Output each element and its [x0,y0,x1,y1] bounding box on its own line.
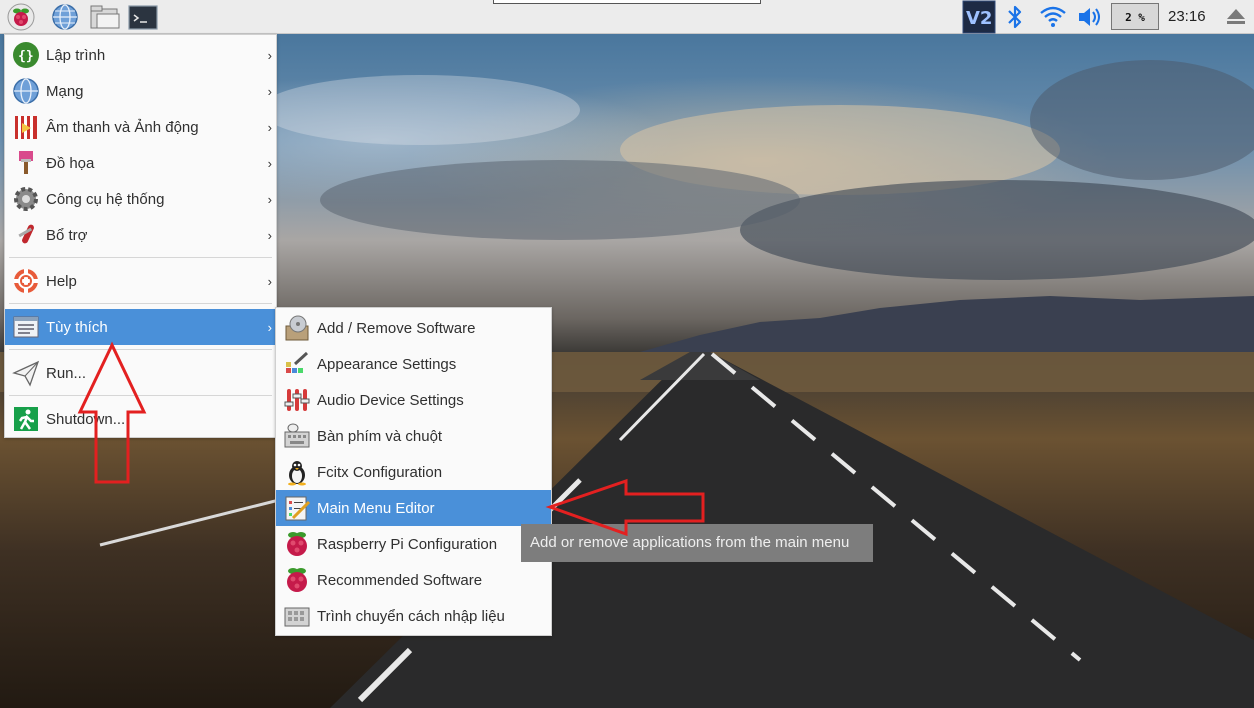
main-menu-editor-icon [282,493,312,523]
input-method-switcher-icon [282,601,312,631]
menu-item-programming[interactable]: {} Lập trình › [5,37,276,73]
wifi-icon[interactable] [1038,0,1068,34]
menu-item-label: Help [46,272,77,290]
submenu-arrow-icon: › [267,273,272,289]
menu-separator [9,303,272,304]
menu-item-label: Lập trình [46,46,106,64]
submenu-item-raspberry-pi-configuration[interactable]: Raspberry Pi Configuration [276,526,551,562]
taskbar-window-area [493,0,761,4]
menu-item-run[interactable]: Run... [5,355,276,391]
svg-text:{}: {} [18,49,34,64]
menu-item-graphics[interactable]: Đồ họa › [5,145,276,181]
preferences-icon [11,312,41,342]
menu-item-preferences[interactable]: Tùy thích › [5,309,276,345]
menu-item-help[interactable]: Help › [5,263,276,299]
menu-item-label: Bổ trợ [46,226,88,244]
internet-icon [11,76,41,106]
tooltip: Add or remove applications from the main… [521,524,873,562]
menu-item-label: Shutdown... [46,410,126,428]
submenu-item-keyboard-mouse[interactable]: Bàn phím và chuột [276,418,551,454]
menu-item-label: Âm thanh và Ảnh động [46,118,199,136]
submenu-item-appearance-settings[interactable]: Appearance Settings [276,346,551,382]
submenu-item-recommended-software[interactable]: Recommended Software [276,562,551,598]
raspberry-pi-config-icon [282,529,312,559]
main-menu: {} Lập trình › Mạng › Âm thanh và Ảnh độ… [4,34,277,438]
submenu-item-label: Main Menu Editor [317,499,435,517]
run-icon [11,358,41,388]
shutdown-icon [11,404,41,434]
eject-icon[interactable] [1224,0,1248,34]
submenu-arrow-icon: › [267,319,272,335]
keyboard-mouse-icon [282,421,312,451]
submenu-item-audio-device-settings[interactable]: Audio Device Settings [276,382,551,418]
appearance-settings-icon [282,349,312,379]
menu-separator [9,349,272,350]
submenu-item-label: Recommended Software [317,571,483,589]
submenu-arrow-icon: › [267,155,272,171]
submenu-item-main-menu-editor[interactable]: Main Menu Editor [276,490,551,526]
top-panel: V2 2 % 23:16 [0,0,1254,34]
menu-separator [9,395,272,396]
submenu-item-label: Fcitx Configuration [317,463,443,481]
submenu-arrow-icon: › [267,119,272,135]
audio-device-settings-icon [282,385,312,415]
submenu-arrow-icon: › [267,83,272,99]
svg-text:V2: V2 [966,8,992,29]
submenu-item-label: Bàn phím và chuột [317,427,443,445]
graphics-icon [11,148,41,178]
submenu-item-add-remove-software[interactable]: Add / Remove Software [276,310,551,346]
menu-item-shutdown[interactable]: Shutdown... [5,401,276,437]
bluetooth-icon[interactable] [1004,0,1026,34]
submenu-item-input-method-switcher[interactable]: Trình chuyển cách nhập liệu [276,598,551,634]
menu-item-sound-video[interactable]: Âm thanh và Ảnh động › [5,109,276,145]
volume-icon[interactable] [1076,0,1104,34]
recommended-software-icon [282,565,312,595]
cpu-usage-monitor[interactable]: 2 % [1111,3,1159,30]
menu-item-system-tools[interactable]: Công cụ hệ thống › [5,181,276,217]
web-browser-icon[interactable] [51,3,79,31]
terminal-icon[interactable] [128,3,158,31]
raspberry-menu-icon[interactable] [7,3,35,31]
submenu-item-label: Raspberry Pi Configuration [317,535,498,553]
add-remove-software-icon [282,313,312,343]
submenu-item-fcitx-configuration[interactable]: Fcitx Configuration [276,454,551,490]
submenu-arrow-icon: › [267,47,272,63]
fcitx-penguin-icon [282,457,312,487]
menu-item-label: Công cụ hệ thống [46,190,165,208]
menu-item-label: Run... [46,364,87,382]
submenu-item-label: Trình chuyển cách nhập liệu [317,607,505,625]
submenu-arrow-icon: › [267,191,272,207]
preferences-submenu: Add / Remove Software Appearance Setting… [275,307,552,636]
system-tools-icon [11,184,41,214]
file-manager-icon[interactable] [89,3,121,31]
sound-video-icon [11,112,41,142]
accessories-icon [11,220,41,250]
vnc-icon[interactable]: V2 [962,0,996,34]
menu-item-accessories[interactable]: Bổ trợ › [5,217,276,253]
submenu-item-label: Appearance Settings [317,355,457,373]
menu-item-label: Tùy thích [46,318,108,336]
submenu-item-label: Add / Remove Software [317,319,476,337]
menu-item-label: Mạng [46,82,84,100]
menu-item-internet[interactable]: Mạng › [5,73,276,109]
help-icon [11,266,41,296]
menu-item-label: Đồ họa [46,154,95,172]
programming-icon: {} [11,40,41,70]
clock[interactable]: 23:16 [1168,0,1206,34]
submenu-arrow-icon: › [267,227,272,243]
submenu-item-label: Audio Device Settings [317,391,464,409]
menu-separator [9,257,272,258]
